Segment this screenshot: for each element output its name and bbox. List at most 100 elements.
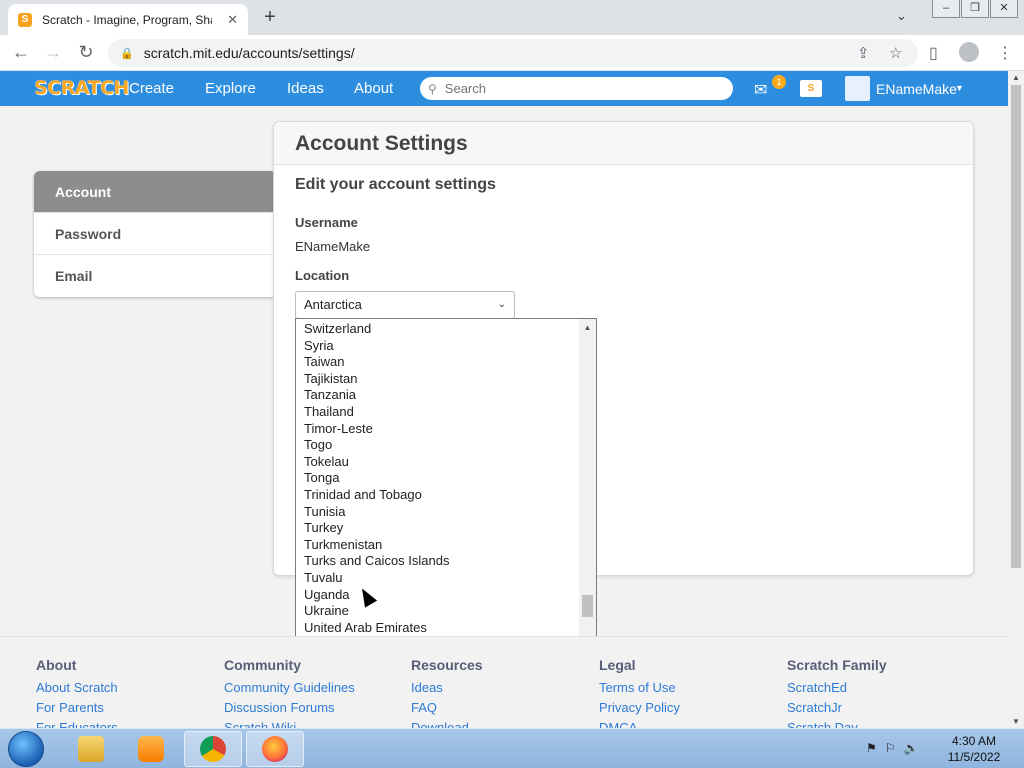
share-icon[interactable]: ⇪ bbox=[857, 44, 870, 62]
address-bar[interactable]: 🔒 scratch.mit.edu/accounts/settings/ ⇪ ☆ bbox=[108, 39, 918, 67]
location-option[interactable]: Tonga bbox=[296, 470, 580, 487]
footer-link[interactable]: Terms of Use bbox=[599, 680, 680, 695]
location-option[interactable]: Switzerland bbox=[296, 321, 580, 338]
footer-column-about: About About Scratch For Parents For Educ… bbox=[36, 657, 118, 728]
restore-button[interactable]: ❐ bbox=[961, 0, 989, 18]
dropdown-scroll-thumb[interactable] bbox=[582, 595, 593, 617]
location-option[interactable]: Tokelau bbox=[296, 454, 580, 471]
footer-column-community: Community Community Guidelines Discussio… bbox=[224, 657, 355, 728]
search-icon: ⚲ bbox=[428, 81, 437, 96]
footer-heading: Scratch Family bbox=[787, 657, 887, 673]
nav-explore[interactable]: Explore bbox=[205, 80, 256, 97]
location-option[interactable]: Tunisia bbox=[296, 504, 580, 521]
location-options-list[interactable]: Switzerland Syria Taiwan Tajikistan Tanzania… bbox=[295, 318, 597, 652]
dropdown-scrollbar[interactable]: ▲ ▼ bbox=[579, 319, 596, 651]
messages-envelope-icon[interactable]: ✉ bbox=[754, 80, 767, 100]
tab-close-icon[interactable]: ✕ bbox=[227, 12, 238, 28]
sidebar-item-account[interactable]: Account bbox=[34, 171, 276, 213]
footer-link[interactable]: DMCA bbox=[599, 720, 680, 728]
location-option[interactable]: Trinidad and Tobago bbox=[296, 487, 580, 504]
location-option[interactable]: Togo bbox=[296, 437, 580, 454]
location-option[interactable]: Turkey bbox=[296, 520, 580, 537]
start-button[interactable] bbox=[8, 731, 44, 767]
footer-link[interactable]: Scratch Wiki bbox=[224, 720, 355, 728]
footer-link[interactable]: ScratchEd bbox=[787, 680, 887, 695]
footer-link[interactable]: Download bbox=[411, 720, 483, 728]
nav-about[interactable]: About bbox=[354, 80, 393, 97]
clock-time: 4:30 AM bbox=[951, 734, 997, 748]
location-option[interactable]: Timor-Leste bbox=[296, 421, 580, 438]
browser-tab-bar: S Scratch - Imagine, Program, Share ✕ + … bbox=[0, 0, 1024, 35]
location-option[interactable]: Thailand bbox=[296, 404, 580, 421]
location-option[interactable]: Uganda bbox=[296, 587, 580, 604]
action-center-flag-icon[interactable]: ⚐ bbox=[885, 741, 896, 755]
footer-column-resources: Resources Ideas FAQ Download bbox=[411, 657, 483, 728]
username-label: Username bbox=[295, 215, 358, 230]
taskbar-media-player[interactable] bbox=[122, 731, 180, 767]
minimize-button[interactable]: ‒ bbox=[932, 0, 960, 18]
messages-count-badge: 1 bbox=[772, 75, 786, 89]
footer-link[interactable]: ScratchJr bbox=[787, 700, 887, 715]
scratch-logo[interactable]: SCRATCH bbox=[34, 77, 129, 99]
location-option[interactable]: United Arab Emirates bbox=[296, 620, 580, 637]
browser-tab[interactable]: S Scratch - Imagine, Program, Share ✕ bbox=[8, 4, 248, 35]
page-scroll-down-icon[interactable]: ▼ bbox=[1008, 717, 1024, 726]
bookmark-star-icon[interactable]: ☆ bbox=[889, 44, 902, 62]
options-container: Switzerland Syria Taiwan Tajikistan Tanzania… bbox=[296, 321, 580, 653]
nav-create[interactable]: Create bbox=[129, 80, 174, 97]
account-username[interactable]: ENameMake bbox=[876, 81, 957, 97]
tab-search-chevron-icon[interactable]: ⌄ bbox=[896, 8, 907, 24]
forward-arrow-icon[interactable]: → bbox=[42, 42, 64, 63]
page-scroll-thumb[interactable] bbox=[1011, 85, 1021, 568]
new-tab-button[interactable]: + bbox=[258, 6, 282, 29]
sidebar-item-email[interactable]: Email bbox=[34, 255, 276, 297]
footer-link[interactable]: For Educators bbox=[36, 720, 118, 728]
search-input[interactable] bbox=[444, 81, 715, 96]
my-stuff-folder-icon[interactable]: S bbox=[800, 80, 822, 97]
folder-icon bbox=[78, 736, 104, 762]
account-dropdown-caret-icon[interactable]: ▼ bbox=[955, 83, 964, 93]
taskbar-clock[interactable]: 4:30 AM 11/5/2022 bbox=[944, 733, 1004, 765]
section-subtitle: Edit your account settings bbox=[295, 176, 496, 193]
back-arrow-icon[interactable]: ← bbox=[10, 42, 32, 63]
side-panel-icon[interactable]: ▯ bbox=[929, 43, 938, 63]
location-option[interactable]: Syria bbox=[296, 338, 580, 355]
footer-link[interactable]: Scratch Day bbox=[787, 720, 887, 728]
sidebar-item-password[interactable]: Password bbox=[34, 213, 276, 255]
footer-link[interactable]: About Scratch bbox=[36, 680, 118, 695]
user-avatar[interactable] bbox=[845, 76, 870, 101]
browser-menu-icon[interactable]: ⋮ bbox=[997, 43, 1013, 63]
reload-icon[interactable]: ↻ bbox=[75, 42, 97, 63]
taskbar-chrome[interactable] bbox=[184, 731, 242, 767]
footer-link[interactable]: Ideas bbox=[411, 680, 483, 695]
taskbar-explorer[interactable] bbox=[62, 731, 120, 767]
location-option[interactable]: Ukraine bbox=[296, 603, 580, 620]
location-select[interactable]: Antarctica ⌄ bbox=[295, 291, 515, 319]
scratch-nav-bar: SCRATCH Create Explore Ideas About ⚲ ✉ 1… bbox=[0, 71, 1008, 106]
location-label: Location bbox=[295, 268, 350, 283]
taskbar-firefox[interactable] bbox=[246, 731, 304, 767]
location-option[interactable]: Turks and Caicos Islands bbox=[296, 553, 580, 570]
location-option[interactable]: Tajikistan bbox=[296, 371, 580, 388]
close-window-button[interactable]: ✕ bbox=[990, 0, 1018, 18]
profile-avatar-icon[interactable] bbox=[959, 42, 979, 62]
footer-link[interactable]: For Parents bbox=[36, 700, 118, 715]
location-option[interactable]: Taiwan bbox=[296, 354, 580, 371]
footer-link[interactable]: FAQ bbox=[411, 700, 483, 715]
footer-link[interactable]: Privacy Policy bbox=[599, 700, 680, 715]
location-option[interactable]: Turkmenistan bbox=[296, 537, 580, 554]
footer-heading: Resources bbox=[411, 657, 483, 673]
footer-heading: About bbox=[36, 657, 77, 673]
location-option[interactable]: Tanzania bbox=[296, 387, 580, 404]
location-option[interactable]: Tuvalu bbox=[296, 570, 580, 587]
volume-icon[interactable]: 🔈 bbox=[904, 741, 919, 755]
nav-ideas[interactable]: Ideas bbox=[287, 80, 324, 97]
footer-link[interactable]: Community Guidelines bbox=[224, 680, 355, 695]
scratch-search-box[interactable]: ⚲ bbox=[420, 77, 733, 100]
chrome-icon bbox=[200, 736, 226, 762]
network-tray-icon[interactable]: ⚑ bbox=[866, 741, 877, 755]
page-scroll-up-icon[interactable]: ▲ bbox=[1008, 73, 1024, 82]
page-scrollbar[interactable]: ▲ ▼ bbox=[1008, 71, 1024, 728]
scroll-up-arrow-icon[interactable]: ▲ bbox=[579, 321, 596, 335]
footer-link[interactable]: Discussion Forums bbox=[224, 700, 355, 715]
